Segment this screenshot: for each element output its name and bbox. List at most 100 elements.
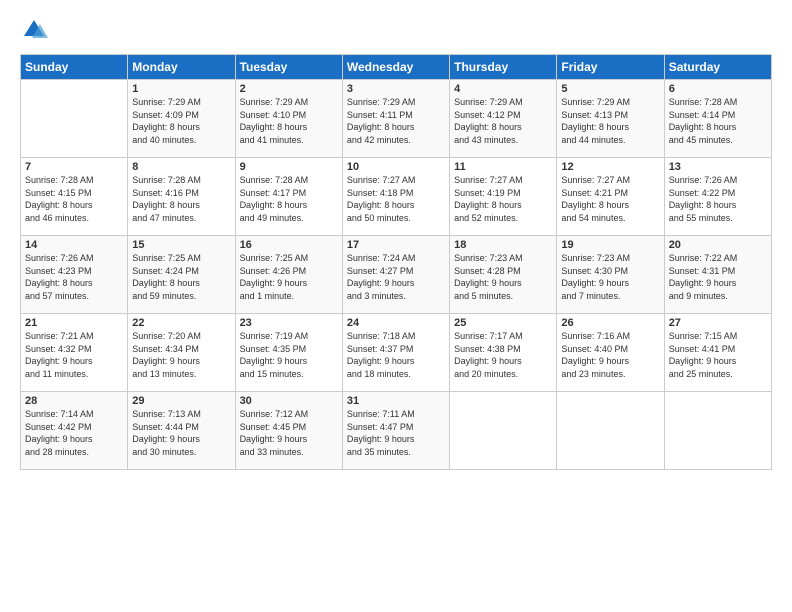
day-number: 1: [132, 83, 230, 95]
calendar-day-cell: 4Sunrise: 7:29 AM Sunset: 4:12 PM Daylig…: [450, 80, 557, 158]
day-info: Sunrise: 7:23 AM Sunset: 4:28 PM Dayligh…: [454, 252, 552, 302]
day-info: Sunrise: 7:26 AM Sunset: 4:22 PM Dayligh…: [669, 174, 767, 224]
calendar-day-cell: 26Sunrise: 7:16 AM Sunset: 4:40 PM Dayli…: [557, 314, 664, 392]
calendar-day-cell: 18Sunrise: 7:23 AM Sunset: 4:28 PM Dayli…: [450, 236, 557, 314]
day-info: Sunrise: 7:27 AM Sunset: 4:18 PM Dayligh…: [347, 174, 445, 224]
day-info: Sunrise: 7:29 AM Sunset: 4:10 PM Dayligh…: [240, 96, 338, 146]
day-info: Sunrise: 7:24 AM Sunset: 4:27 PM Dayligh…: [347, 252, 445, 302]
day-number: 19: [561, 239, 659, 251]
day-number: 9: [240, 161, 338, 173]
calendar-day-cell: 6Sunrise: 7:28 AM Sunset: 4:14 PM Daylig…: [664, 80, 771, 158]
day-number: 13: [669, 161, 767, 173]
calendar-day-cell: 20Sunrise: 7:22 AM Sunset: 4:31 PM Dayli…: [664, 236, 771, 314]
day-number: 12: [561, 161, 659, 173]
calendar-day-cell: 3Sunrise: 7:29 AM Sunset: 4:11 PM Daylig…: [342, 80, 449, 158]
day-info: Sunrise: 7:28 AM Sunset: 4:16 PM Dayligh…: [132, 174, 230, 224]
day-number: 5: [561, 83, 659, 95]
day-number: 31: [347, 395, 445, 407]
logo: [20, 16, 52, 44]
day-info: Sunrise: 7:27 AM Sunset: 4:19 PM Dayligh…: [454, 174, 552, 224]
calendar-week-row: 21Sunrise: 7:21 AM Sunset: 4:32 PM Dayli…: [21, 314, 772, 392]
calendar-header-cell: Thursday: [450, 55, 557, 80]
calendar-header-cell: Monday: [128, 55, 235, 80]
calendar-day-cell: 8Sunrise: 7:28 AM Sunset: 4:16 PM Daylig…: [128, 158, 235, 236]
calendar-day-cell: 5Sunrise: 7:29 AM Sunset: 4:13 PM Daylig…: [557, 80, 664, 158]
calendar-header-cell: Tuesday: [235, 55, 342, 80]
day-number: 14: [25, 239, 123, 251]
day-number: 16: [240, 239, 338, 251]
day-number: 7: [25, 161, 123, 173]
header: [20, 16, 772, 44]
day-info: Sunrise: 7:29 AM Sunset: 4:12 PM Dayligh…: [454, 96, 552, 146]
calendar-day-cell: 2Sunrise: 7:29 AM Sunset: 4:10 PM Daylig…: [235, 80, 342, 158]
calendar-day-cell: [557, 392, 664, 470]
calendar-header-row: SundayMondayTuesdayWednesdayThursdayFrid…: [21, 55, 772, 80]
day-number: 17: [347, 239, 445, 251]
day-number: 21: [25, 317, 123, 329]
day-info: Sunrise: 7:29 AM Sunset: 4:13 PM Dayligh…: [561, 96, 659, 146]
day-number: 27: [669, 317, 767, 329]
calendar-day-cell: 16Sunrise: 7:25 AM Sunset: 4:26 PM Dayli…: [235, 236, 342, 314]
day-info: Sunrise: 7:27 AM Sunset: 4:21 PM Dayligh…: [561, 174, 659, 224]
calendar-day-cell: 15Sunrise: 7:25 AM Sunset: 4:24 PM Dayli…: [128, 236, 235, 314]
day-number: 29: [132, 395, 230, 407]
day-number: 8: [132, 161, 230, 173]
calendar-week-row: 1Sunrise: 7:29 AM Sunset: 4:09 PM Daylig…: [21, 80, 772, 158]
calendar-day-cell: 7Sunrise: 7:28 AM Sunset: 4:15 PM Daylig…: [21, 158, 128, 236]
day-info: Sunrise: 7:25 AM Sunset: 4:26 PM Dayligh…: [240, 252, 338, 302]
day-number: 20: [669, 239, 767, 251]
calendar-day-cell: [450, 392, 557, 470]
day-info: Sunrise: 7:29 AM Sunset: 4:11 PM Dayligh…: [347, 96, 445, 146]
day-number: 10: [347, 161, 445, 173]
day-number: 3: [347, 83, 445, 95]
day-number: 30: [240, 395, 338, 407]
day-info: Sunrise: 7:29 AM Sunset: 4:09 PM Dayligh…: [132, 96, 230, 146]
calendar-day-cell: 17Sunrise: 7:24 AM Sunset: 4:27 PM Dayli…: [342, 236, 449, 314]
day-info: Sunrise: 7:20 AM Sunset: 4:34 PM Dayligh…: [132, 330, 230, 380]
day-info: Sunrise: 7:22 AM Sunset: 4:31 PM Dayligh…: [669, 252, 767, 302]
calendar-day-cell: 21Sunrise: 7:21 AM Sunset: 4:32 PM Dayli…: [21, 314, 128, 392]
day-number: 24: [347, 317, 445, 329]
calendar-table: SundayMondayTuesdayWednesdayThursdayFrid…: [20, 54, 772, 470]
calendar-header-cell: Sunday: [21, 55, 128, 80]
calendar-day-cell: 25Sunrise: 7:17 AM Sunset: 4:38 PM Dayli…: [450, 314, 557, 392]
calendar-day-cell: 10Sunrise: 7:27 AM Sunset: 4:18 PM Dayli…: [342, 158, 449, 236]
day-number: 22: [132, 317, 230, 329]
calendar-day-cell: [664, 392, 771, 470]
page: SundayMondayTuesdayWednesdayThursdayFrid…: [0, 0, 792, 612]
calendar-day-cell: 9Sunrise: 7:28 AM Sunset: 4:17 PM Daylig…: [235, 158, 342, 236]
day-info: Sunrise: 7:13 AM Sunset: 4:44 PM Dayligh…: [132, 408, 230, 458]
calendar-day-cell: 13Sunrise: 7:26 AM Sunset: 4:22 PM Dayli…: [664, 158, 771, 236]
calendar-header-cell: Saturday: [664, 55, 771, 80]
day-info: Sunrise: 7:23 AM Sunset: 4:30 PM Dayligh…: [561, 252, 659, 302]
day-number: 15: [132, 239, 230, 251]
day-info: Sunrise: 7:19 AM Sunset: 4:35 PM Dayligh…: [240, 330, 338, 380]
day-number: 11: [454, 161, 552, 173]
calendar-body: 1Sunrise: 7:29 AM Sunset: 4:09 PM Daylig…: [21, 80, 772, 470]
day-info: Sunrise: 7:16 AM Sunset: 4:40 PM Dayligh…: [561, 330, 659, 380]
day-info: Sunrise: 7:11 AM Sunset: 4:47 PM Dayligh…: [347, 408, 445, 458]
calendar-week-row: 7Sunrise: 7:28 AM Sunset: 4:15 PM Daylig…: [21, 158, 772, 236]
day-number: 4: [454, 83, 552, 95]
day-number: 26: [561, 317, 659, 329]
day-number: 28: [25, 395, 123, 407]
calendar-day-cell: 19Sunrise: 7:23 AM Sunset: 4:30 PM Dayli…: [557, 236, 664, 314]
calendar-day-cell: 14Sunrise: 7:26 AM Sunset: 4:23 PM Dayli…: [21, 236, 128, 314]
calendar-day-cell: 29Sunrise: 7:13 AM Sunset: 4:44 PM Dayli…: [128, 392, 235, 470]
day-info: Sunrise: 7:25 AM Sunset: 4:24 PM Dayligh…: [132, 252, 230, 302]
day-info: Sunrise: 7:12 AM Sunset: 4:45 PM Dayligh…: [240, 408, 338, 458]
calendar-day-cell: 1Sunrise: 7:29 AM Sunset: 4:09 PM Daylig…: [128, 80, 235, 158]
calendar-week-row: 28Sunrise: 7:14 AM Sunset: 4:42 PM Dayli…: [21, 392, 772, 470]
day-info: Sunrise: 7:14 AM Sunset: 4:42 PM Dayligh…: [25, 408, 123, 458]
day-number: 2: [240, 83, 338, 95]
day-info: Sunrise: 7:28 AM Sunset: 4:14 PM Dayligh…: [669, 96, 767, 146]
calendar-day-cell: 24Sunrise: 7:18 AM Sunset: 4:37 PM Dayli…: [342, 314, 449, 392]
calendar-day-cell: 23Sunrise: 7:19 AM Sunset: 4:35 PM Dayli…: [235, 314, 342, 392]
calendar-header-cell: Friday: [557, 55, 664, 80]
logo-icon: [20, 16, 48, 44]
day-info: Sunrise: 7:26 AM Sunset: 4:23 PM Dayligh…: [25, 252, 123, 302]
calendar-day-cell: 30Sunrise: 7:12 AM Sunset: 4:45 PM Dayli…: [235, 392, 342, 470]
calendar-header-cell: Wednesday: [342, 55, 449, 80]
day-number: 25: [454, 317, 552, 329]
calendar-day-cell: 28Sunrise: 7:14 AM Sunset: 4:42 PM Dayli…: [21, 392, 128, 470]
